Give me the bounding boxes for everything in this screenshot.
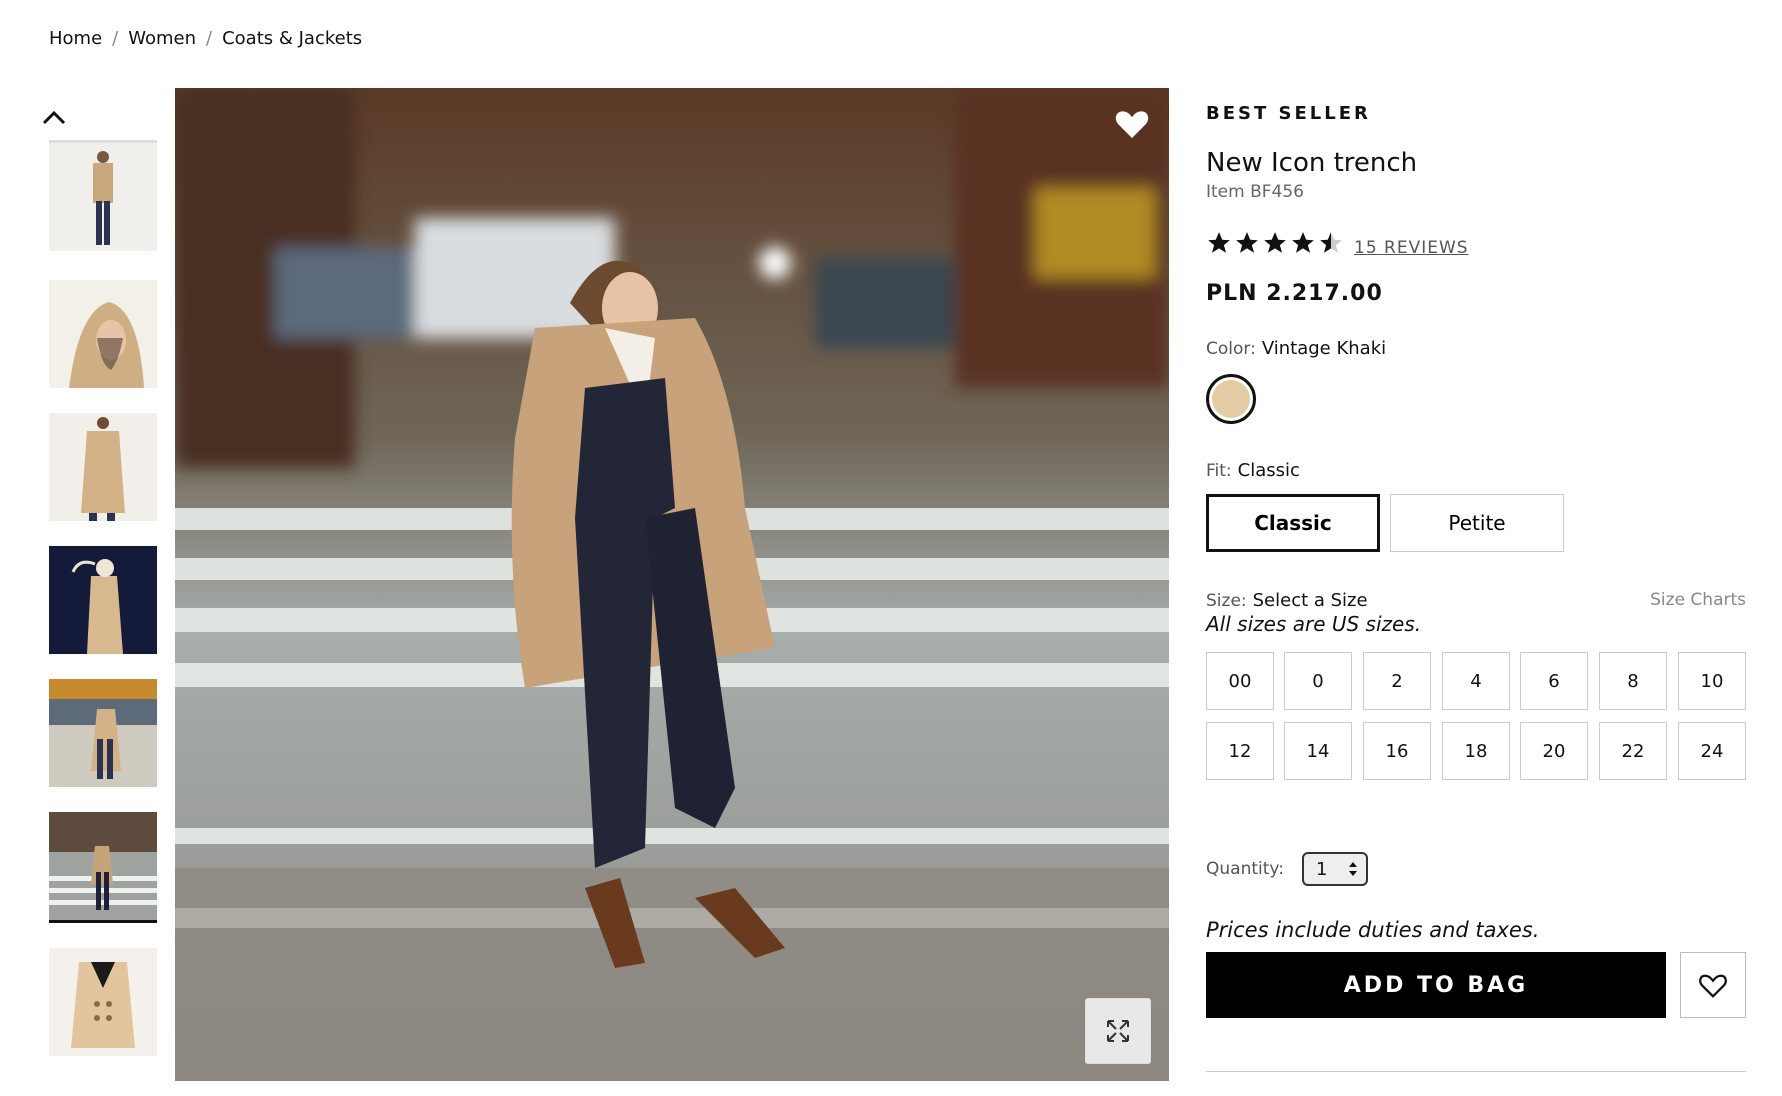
breadcrumb: Home / Women / Coats & Jackets (49, 28, 362, 49)
breadcrumb-separator: / (206, 28, 213, 49)
best-seller-badge: BEST SELLER (1206, 103, 1371, 124)
size-option[interactable]: 10 (1678, 652, 1746, 710)
star-full-icon (1264, 232, 1286, 253)
size-option[interactable]: 4 (1442, 652, 1510, 710)
fit-option-petite[interactable]: Petite (1390, 494, 1564, 552)
fit-label: Fit: (1206, 461, 1232, 481)
quantity-label: Quantity: (1206, 859, 1284, 879)
size-option[interactable]: 20 (1520, 722, 1588, 780)
rating-stars (1206, 230, 1344, 256)
size-label: Size: (1206, 591, 1247, 611)
product-price: PLN 2.217.00 (1206, 281, 1383, 306)
size-option[interactable]: 18 (1442, 722, 1510, 780)
size-option[interactable]: 00 (1206, 652, 1274, 710)
thumbnail-5[interactable] (49, 679, 157, 787)
size-option[interactable]: 0 (1284, 652, 1352, 710)
size-value: Select a Size (1252, 590, 1368, 611)
thumbnail-1[interactable] (49, 140, 157, 251)
fit-option-classic[interactable]: Classic (1206, 494, 1380, 552)
heart-outline-icon (1699, 974, 1727, 998)
reviews-link[interactable]: 15 REVIEWS (1354, 238, 1469, 258)
size-option[interactable]: 6 (1520, 652, 1588, 710)
duties-note: Prices include duties and taxes. (1206, 918, 1540, 942)
size-option[interactable]: 14 (1284, 722, 1352, 780)
fit-value: Classic (1237, 460, 1300, 481)
star-full-icon (1292, 232, 1314, 253)
thumbnail-2[interactable] (49, 280, 157, 388)
breadcrumb-coats-jackets[interactable]: Coats & Jackets (222, 28, 362, 49)
wishlist-button[interactable] (1680, 952, 1746, 1018)
size-charts-link[interactable]: Size Charts (1650, 590, 1746, 610)
item-number: Item BF456 (1206, 182, 1304, 202)
expand-icon (1107, 1020, 1129, 1042)
chevron-up-icon[interactable] (39, 106, 69, 130)
size-note: All sizes are US sizes. (1206, 612, 1422, 636)
product-title: New Icon trench (1206, 148, 1418, 178)
expand-image-button[interactable] (1085, 998, 1151, 1064)
color-value: Vintage Khaki (1261, 338, 1387, 359)
star-half-icon (1320, 232, 1342, 253)
size-option[interactable]: 2 (1363, 652, 1431, 710)
thumbnail-4[interactable] (49, 546, 157, 654)
heart-icon[interactable] (1112, 103, 1152, 143)
select-arrows-icon (1348, 862, 1357, 876)
breadcrumb-separator: / (112, 28, 119, 49)
size-option[interactable]: 8 (1599, 652, 1667, 710)
quantity-value: 1 (1315, 858, 1328, 880)
add-to-bag-button[interactable]: ADD TO BAG (1206, 952, 1666, 1018)
color-row: Color: Vintage Khaki (1206, 338, 1386, 359)
quantity-select[interactable]: 1 (1301, 852, 1368, 886)
quantity-row: Quantity: 1 (1206, 852, 1368, 886)
thumbnail-6-selected[interactable] (49, 812, 157, 923)
size-option[interactable]: 22 (1599, 722, 1667, 780)
divider (1206, 1071, 1746, 1072)
size-option[interactable]: 16 (1363, 722, 1431, 780)
size-option[interactable]: 12 (1206, 722, 1274, 780)
product-main-image[interactable] (175, 88, 1169, 1081)
fit-row: Fit: Classic (1206, 460, 1300, 481)
thumbnail-3[interactable] (49, 413, 157, 521)
color-swatch-vintage-khaki[interactable] (1206, 374, 1256, 424)
star-full-icon (1208, 232, 1230, 253)
breadcrumb-women[interactable]: Women (128, 28, 196, 49)
color-label: Color: (1206, 339, 1256, 359)
breadcrumb-home[interactable]: Home (49, 28, 102, 49)
size-option[interactable]: 24 (1678, 722, 1746, 780)
thumbnail-7[interactable] (49, 948, 157, 1056)
star-full-icon (1236, 232, 1258, 253)
